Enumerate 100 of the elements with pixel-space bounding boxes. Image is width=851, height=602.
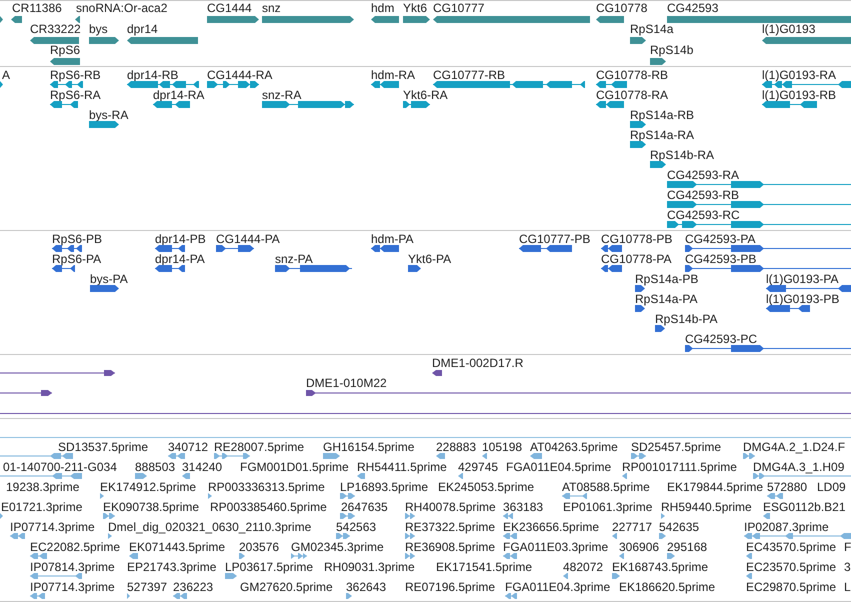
est-label: 295168 bbox=[667, 541, 708, 553]
est-label: SD13537.5prime bbox=[58, 441, 148, 453]
protein-label: CG42593-PB bbox=[685, 253, 756, 265]
clone-label: DME1-010M22 bbox=[306, 377, 387, 389]
protein-label: RpS14a-PA bbox=[635, 293, 698, 305]
est-label: EK179844.5prime bbox=[667, 481, 764, 493]
transcript-label: CG42593-RC bbox=[667, 209, 740, 221]
transcript-label: hdm-RA bbox=[371, 69, 416, 81]
transcript-label: A bbox=[2, 69, 10, 81]
est-label: 429745 bbox=[458, 461, 498, 473]
est-label: 3 bbox=[844, 561, 851, 573]
est-label: 105198 bbox=[482, 441, 522, 453]
gene-label: RpS6 bbox=[50, 44, 80, 56]
protein-label: CG10777-PB bbox=[519, 233, 590, 245]
transcript-label: CG10778-RB bbox=[596, 69, 668, 81]
est-label: 340712 bbox=[168, 441, 208, 453]
protein-label: RpS6-PB bbox=[52, 233, 102, 245]
est-label: RH54411.5prime bbox=[357, 461, 447, 473]
est-label: FGA011E04.3prime bbox=[505, 581, 610, 593]
gene-label: RpS14a bbox=[630, 23, 674, 35]
est-label: EC23570.5prime bbox=[746, 561, 836, 573]
est-label: 572880 bbox=[767, 481, 808, 493]
est-label: Dmel_dig_020321_0630_2110.3prime bbox=[108, 521, 312, 533]
est-label: 542563 bbox=[336, 521, 376, 533]
est-label: 227717 bbox=[612, 521, 652, 533]
transcript-label: l(1)G0193-RB bbox=[762, 89, 836, 101]
protein-label: RpS14a-PB bbox=[635, 273, 698, 285]
est-label: FGM001D01.5prime bbox=[240, 461, 349, 473]
transcript-label: snz-RA bbox=[262, 89, 302, 101]
protein-label: CG10778-PB bbox=[601, 233, 672, 245]
protein-label: CG42593-PC bbox=[685, 333, 758, 345]
est-label: RE28007.5prime bbox=[214, 441, 304, 453]
gene-label: CG10778 bbox=[596, 2, 648, 14]
transcript-label: RpS14a-RA bbox=[630, 129, 694, 141]
transcript-label: l(1)G0193-RA bbox=[762, 69, 836, 81]
protein-label: CG42593-PA bbox=[685, 233, 756, 245]
est-label: GM27620.5prime bbox=[240, 581, 333, 593]
est-label: EK236656.5prime bbox=[503, 521, 600, 533]
transcript-label: RpS6-RB bbox=[50, 69, 101, 81]
est-label: RH59440.5prime bbox=[661, 501, 752, 513]
est-label: IP07814.3prime bbox=[30, 561, 115, 573]
est-label: 542635 bbox=[659, 521, 700, 533]
est-label: RE37322.5prime bbox=[405, 521, 496, 533]
est-label: RE07196.5prime bbox=[405, 581, 496, 593]
protein-label: RpS14b-PA bbox=[655, 313, 718, 325]
est-label: EC43570.5prime bbox=[746, 541, 836, 553]
gene-label: CG10777 bbox=[433, 2, 484, 14]
est-label: AT04263.5prime bbox=[530, 441, 618, 453]
gene-label: Ykt6 bbox=[403, 2, 428, 14]
est-label: 363183 bbox=[503, 501, 544, 513]
transcript-label: RpS14a-RB bbox=[630, 109, 694, 121]
est-label: IP02087.3prime bbox=[744, 521, 829, 533]
est-label: RP001017111.5prime bbox=[622, 461, 737, 473]
est-label: EC29870.5prime bbox=[746, 581, 836, 593]
transcript-label: bys-RA bbox=[89, 109, 128, 121]
transcript-label: CG10777-RB bbox=[433, 69, 506, 81]
transcript-label: CG1444-RA bbox=[207, 69, 272, 81]
transcript-label: RpS6-RA bbox=[50, 89, 101, 101]
protein-label: snz-PA bbox=[275, 253, 313, 265]
protein-label: CG1444-PA bbox=[216, 233, 280, 245]
est-label: RH09031.3prime bbox=[324, 561, 415, 573]
est-label: 306906 bbox=[619, 541, 660, 553]
gene-label: RpS14b bbox=[650, 44, 694, 56]
est-label: RH40078.5prime bbox=[405, 501, 496, 513]
est-label: LP03617.5prime bbox=[225, 561, 314, 573]
est-label: GM02345.3prime bbox=[291, 541, 384, 553]
est-label: 888503 bbox=[135, 461, 176, 473]
transcript-label: Ykt6-RA bbox=[403, 89, 448, 101]
est-label: 314240 bbox=[182, 461, 222, 473]
protein-label: dpr14-PA bbox=[155, 253, 205, 265]
est-label: E01721.3prime bbox=[1, 501, 82, 513]
est-label: DMG4A.3_1.H09 bbox=[753, 461, 844, 473]
est-label: EP01061.3prime bbox=[563, 501, 652, 513]
est-label: 362643 bbox=[346, 581, 386, 593]
gene-label: dpr14 bbox=[127, 23, 158, 35]
protein-label: l(1)G0193-PA bbox=[766, 273, 838, 285]
protein-label: bys-PA bbox=[90, 273, 128, 285]
gene-label: bys bbox=[89, 23, 108, 35]
est-label: DMG4A.2_1.D24.F bbox=[743, 441, 846, 453]
protein-label: CG10778-PA bbox=[601, 253, 672, 265]
est-label: RE36908.5prime bbox=[405, 541, 496, 553]
clone-label: DME1-002D17.R bbox=[432, 357, 524, 369]
est-label: L bbox=[844, 581, 851, 593]
est-label: EC22082.5prime bbox=[30, 541, 120, 553]
gene-label: l(1)G0193 bbox=[762, 23, 816, 35]
est-label: EK245053.5prime bbox=[438, 481, 534, 493]
est-label: EK174912.5prime bbox=[100, 481, 196, 493]
est-label: 01-140700-211-G034 bbox=[3, 461, 117, 473]
est-label: EP21743.3prime bbox=[127, 561, 216, 573]
gene-label: snz bbox=[262, 2, 281, 14]
est-label: IP07714.3prime bbox=[10, 521, 95, 533]
protein-label: l(1)G0193-PB bbox=[766, 293, 840, 305]
protein-label: dpr14-PB bbox=[155, 233, 206, 245]
transcript-label: CG10778-RA bbox=[596, 89, 668, 101]
transcript-label: dpr14-RB bbox=[127, 69, 178, 81]
est-label: F bbox=[844, 541, 851, 553]
gene-label: CG1444 bbox=[207, 2, 252, 14]
est-label: EK090738.5prime bbox=[103, 501, 200, 513]
protein-label: Ykt6-PA bbox=[408, 253, 452, 265]
est-label: EK168743.5prime bbox=[612, 561, 708, 573]
